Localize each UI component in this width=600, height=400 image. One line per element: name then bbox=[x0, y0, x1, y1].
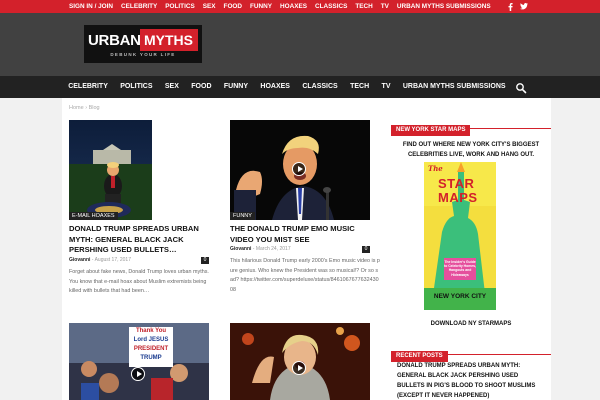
logo-word-myths: MYTHS bbox=[144, 32, 193, 48]
post-thumbnail[interactable] bbox=[230, 323, 370, 400]
top-link-politics[interactable]: POLITICS bbox=[165, 0, 194, 13]
logo-tagline: DEBUNK YOUR LIFE bbox=[110, 52, 176, 57]
site-header: URBAN MYTHS DEBUNK YOUR LIFE bbox=[0, 13, 600, 76]
book-cover-city: NEW YORK CITY bbox=[433, 293, 487, 300]
sign-in-link[interactable]: SIGN IN / JOIN bbox=[69, 0, 113, 13]
post-author[interactable]: Giovanni bbox=[69, 257, 90, 263]
nav-item-tech[interactable]: TECH bbox=[344, 76, 375, 98]
widget-title: NEW YORK STAR MAPS bbox=[391, 125, 471, 136]
search-icon[interactable] bbox=[515, 81, 527, 94]
top-link-submissions[interactable]: URBAN MYTHS SUBMISSIONS bbox=[397, 0, 491, 13]
book-cover-subtitle: The Insider's Guide to Celebrity Homes, … bbox=[444, 260, 476, 277]
star-maps-description: FIND OUT WHERE NEW YORK CITY'S BIGGEST C… bbox=[402, 142, 540, 158]
nav-item-funny[interactable]: FUNNY bbox=[218, 76, 255, 98]
post-category-badge[interactable]: E-MAIL HOAXES bbox=[69, 212, 118, 220]
book-cover-the: The bbox=[428, 164, 443, 173]
nav-item-politics[interactable]: POLITICS bbox=[114, 76, 159, 98]
nav-item-sex[interactable]: SEX bbox=[159, 76, 185, 98]
comment-count[interactable]: 0 bbox=[201, 257, 209, 264]
post-title[interactable]: DONALD TRUMP SPREADS URBAN MYTH: GENERAL… bbox=[69, 224, 215, 256]
video-play-icon[interactable] bbox=[292, 361, 306, 375]
post-category-badge[interactable]: FUNNY bbox=[230, 212, 255, 220]
main-nav: CELEBRITY POLITICS SEX FOOD FUNNY HOAXES… bbox=[0, 76, 600, 98]
nav-item-submissions[interactable]: URBAN MYTHS SUBMISSIONS bbox=[397, 76, 512, 98]
post-title[interactable]: THE DONALD TRUMP EMO MUSIC VIDEO YOU MIS… bbox=[230, 224, 380, 245]
top-link-hoaxes[interactable]: HOAXES bbox=[280, 0, 307, 13]
sign-line: Lord JESUS bbox=[133, 337, 169, 343]
top-link-funny[interactable]: FUNNY bbox=[250, 0, 272, 13]
nav-item-celebrity[interactable]: CELEBRITY bbox=[62, 76, 114, 98]
main-nav-items: CELEBRITY POLITICS SEX FOOD FUNNY HOAXES… bbox=[62, 76, 551, 98]
nav-item-classics[interactable]: CLASSICS bbox=[296, 76, 344, 98]
post-author[interactable]: Giovanni bbox=[230, 246, 251, 252]
logo-word-urban: URBAN bbox=[88, 32, 141, 49]
video-play-icon[interactable] bbox=[292, 162, 306, 176]
recent-post-link[interactable]: DONALD TRUMP SPREADS URBAN MYTH: GENERAL… bbox=[397, 361, 537, 400]
top-bar-links: SIGN IN / JOIN CELEBRITY POLITICS SEX FO… bbox=[69, 0, 499, 13]
rally-sign: Thank You Lord JESUS PRESIDENT TRUMP bbox=[129, 327, 173, 367]
breadcrumb-separator: › bbox=[85, 105, 88, 111]
book-cover-title-star: STAR bbox=[438, 176, 475, 191]
logo-red-box: MYTHS bbox=[140, 29, 198, 51]
book-cover-title-maps: MAPS bbox=[438, 190, 478, 205]
breadcrumb-current: Blog bbox=[88, 105, 100, 111]
sign-line: Thank You bbox=[135, 328, 167, 334]
sign-line: TRUMP bbox=[140, 355, 162, 361]
download-starmaps-link[interactable]: DOWNLOAD NY STARMAPS bbox=[391, 320, 551, 330]
top-bar: SIGN IN / JOIN CELEBRITY POLITICS SEX FO… bbox=[0, 0, 600, 13]
top-link-tv[interactable]: TV bbox=[381, 0, 389, 13]
star-maps-book-cover[interactable]: The STAR MAPS The Insider's Guide to Cel… bbox=[424, 162, 496, 310]
comment-count[interactable]: 0 bbox=[362, 246, 370, 253]
post-thumbnail[interactable]: E-MAIL HOAXES bbox=[69, 120, 152, 220]
breadcrumb-home[interactable]: Home bbox=[69, 105, 84, 111]
sign-line: PRESIDENT bbox=[133, 346, 169, 352]
widget-header-recent-posts: RECENT POSTS bbox=[391, 344, 551, 362]
post-date: August 17, 2017 bbox=[94, 257, 131, 263]
top-link-celebrity[interactable]: CELEBRITY bbox=[121, 0, 157, 13]
main-content: Home › Blog E-MAIL HOAXES DONALD TRUMP S… bbox=[62, 98, 551, 400]
nav-item-tv[interactable]: TV bbox=[375, 76, 396, 98]
top-link-sex[interactable]: SEX bbox=[203, 0, 216, 13]
post-meta: Giovanni - August 17, 2017 bbox=[69, 257, 131, 263]
post-meta: Giovanni - March 24, 2017 bbox=[230, 246, 291, 252]
trump-white-house-image bbox=[69, 120, 152, 220]
site-logo[interactable]: URBAN MYTHS DEBUNK YOUR LIFE bbox=[84, 25, 202, 63]
post-excerpt: Forget about fake news, Donald Trump lov… bbox=[69, 269, 209, 295]
post-thumbnail[interactable]: FUNNY bbox=[230, 120, 370, 220]
top-link-classics[interactable]: CLASSICS bbox=[315, 0, 347, 13]
facebook-icon[interactable] bbox=[505, 0, 515, 13]
video-play-icon[interactable] bbox=[131, 367, 145, 381]
post-excerpt: This hilarious Donald Trump early 2000's… bbox=[230, 258, 380, 293]
breadcrumb: Home › Blog bbox=[69, 105, 100, 111]
post-date: March 24, 2017 bbox=[255, 246, 291, 252]
twitter-icon[interactable] bbox=[518, 0, 530, 13]
nav-item-hoaxes[interactable]: HOAXES bbox=[254, 76, 296, 98]
nav-item-food[interactable]: FOOD bbox=[185, 76, 218, 98]
top-link-tech[interactable]: TECH bbox=[355, 0, 372, 13]
post-thumbnail[interactable]: Thank You Lord JESUS PRESIDENT TRUMP bbox=[69, 323, 209, 400]
widget-header-star-maps: NEW YORK STAR MAPS bbox=[391, 118, 551, 136]
top-link-food[interactable]: FOOD bbox=[224, 0, 242, 13]
